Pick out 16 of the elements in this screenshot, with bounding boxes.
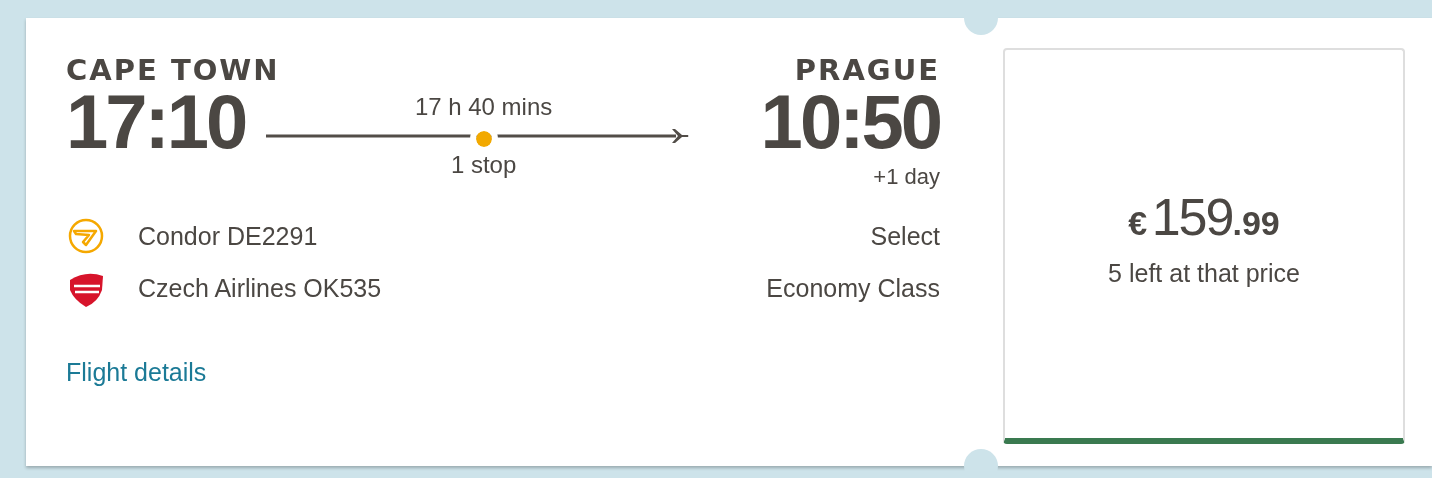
fare-info: Economy Class: [766, 273, 940, 303]
flight-number: Czech Airlines OK535: [138, 273, 383, 303]
departure-time: 17:10: [66, 86, 246, 158]
day-offset: +1 day: [873, 163, 940, 191]
flight-duration: 17 h 40 mins: [414, 92, 553, 122]
flight-details-link[interactable]: Flight details: [66, 358, 207, 387]
airline-logo-icon: [66, 216, 106, 256]
stops-count: 1 stop: [450, 150, 517, 180]
destination-city: PRAGUE: [794, 54, 940, 86]
arrival-time: 10:50: [760, 86, 940, 158]
flight-number: Condor DE2291: [138, 221, 319, 251]
price-button[interactable]: €159.99 5 left at that price: [1003, 48, 1405, 444]
seats-left: 5 left at that price: [1108, 259, 1300, 288]
origin-city: CAPE TOWN: [66, 54, 280, 86]
price-text: €159.99: [1128, 192, 1280, 248]
fare-info: Select: [870, 221, 940, 251]
